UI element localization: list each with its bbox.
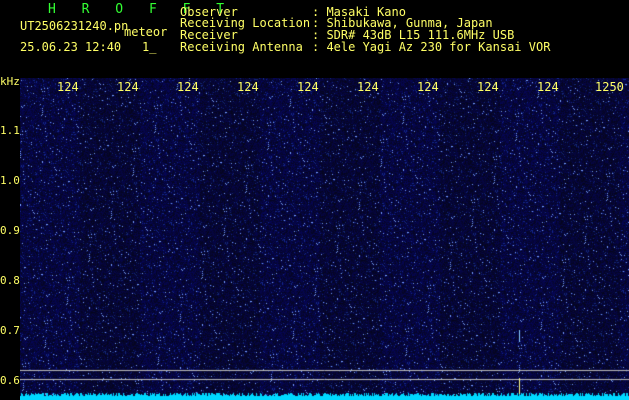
y-tick: 0.9	[0, 224, 20, 237]
y-tick: 1.0	[0, 174, 20, 187]
x-tick: 124	[477, 80, 499, 94]
counter-label: 1_	[142, 40, 157, 54]
x-tick: 124	[237, 80, 259, 94]
info-value-antenna: : 4ele Yagi Az 230 for Kansai VOR	[312, 40, 551, 54]
info-label-antenna: Receiving Antenna	[180, 40, 303, 54]
y-tick: 0.7	[0, 324, 20, 337]
y-tick: 0.6	[0, 374, 20, 387]
y-tick: 1.1	[0, 124, 20, 137]
datetime-label: 25.06.23 12:40	[20, 40, 122, 54]
mode-label: meteor	[124, 25, 168, 39]
x-tick: 124	[357, 80, 379, 94]
x-tick: 124	[117, 80, 139, 94]
y-tick: 0.8	[0, 274, 20, 287]
x-tick: 124	[57, 80, 79, 94]
x-tick: 124	[177, 80, 199, 94]
x-tick: 124	[417, 80, 439, 94]
x-tick: 1250	[595, 80, 624, 94]
x-tick: 124	[537, 80, 559, 94]
x-tick: 124	[297, 80, 319, 94]
spectrogram	[20, 78, 629, 400]
filename-label: UT2506231240.pn	[20, 19, 129, 33]
y-axis-unit: kHz	[0, 75, 20, 88]
